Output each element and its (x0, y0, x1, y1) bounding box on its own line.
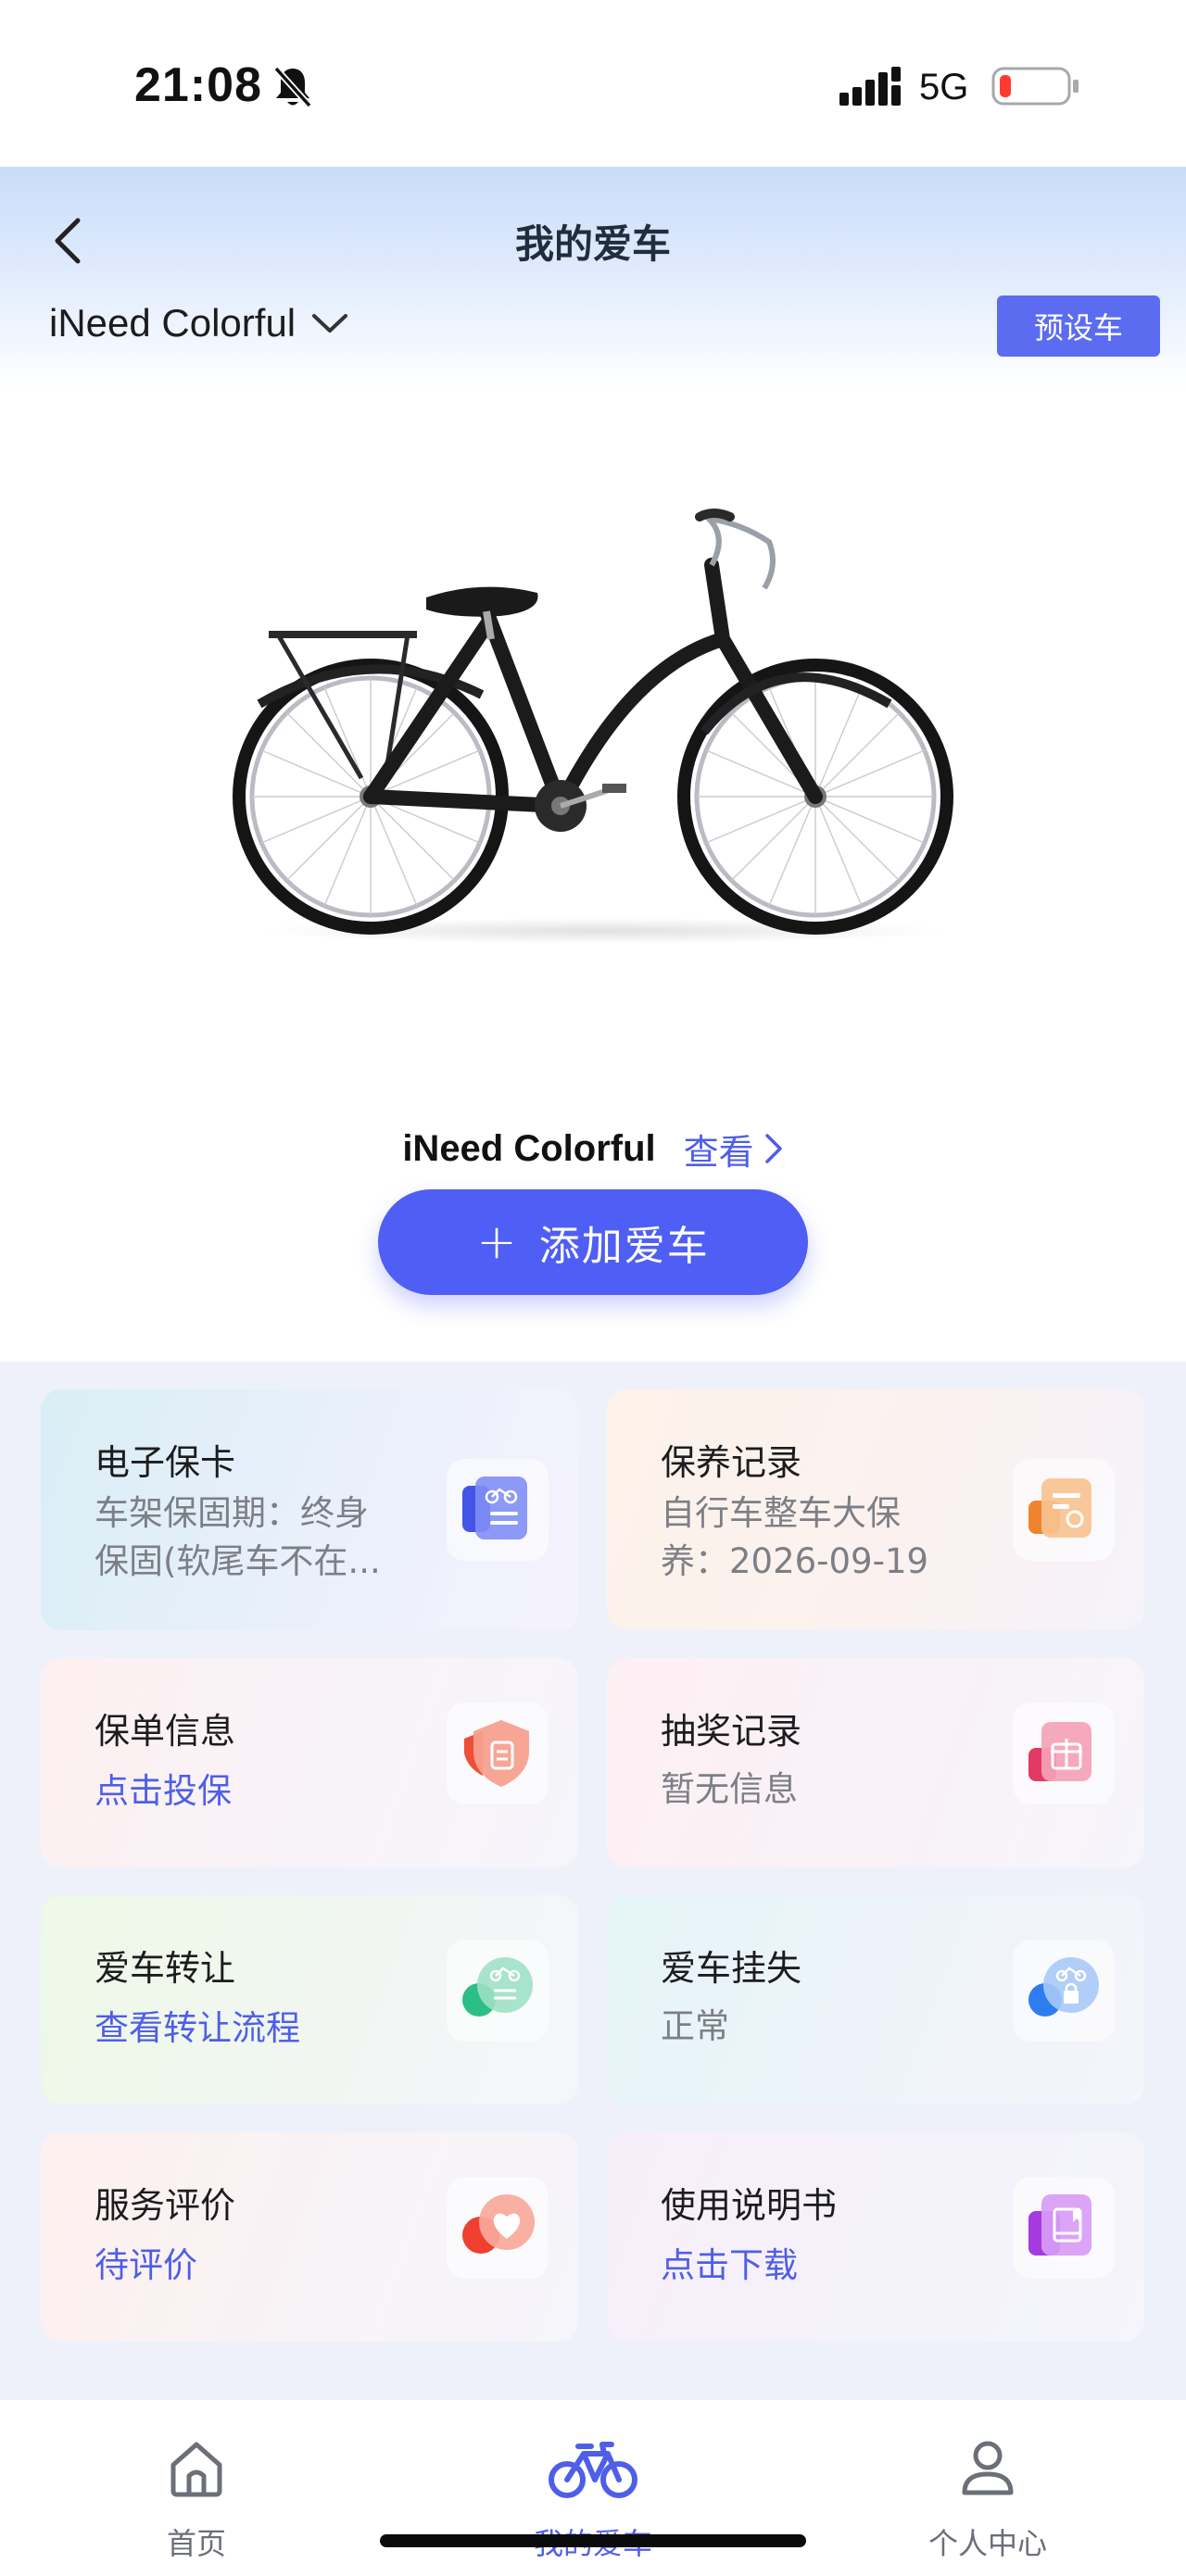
add-bike-label: 添加爱车 (538, 1223, 710, 1270)
gift-icon (1013, 1703, 1115, 1804)
card-service-rating[interactable]: 服务评价 待评价 (41, 2132, 578, 2342)
page-title: 我的爱车 (514, 221, 671, 267)
nav-home-label: 首页 (166, 2526, 226, 2561)
person-icon (962, 2441, 1014, 2495)
heart-rating-icon (447, 2177, 549, 2279)
nav-profile-label: 个人中心 (927, 2526, 1047, 2561)
chevron-right-icon (764, 1134, 782, 1163)
card-title: 保单信息 (95, 1711, 236, 1752)
card-lottery[interactable]: 抽奖记录 暂无信息 (607, 1658, 1144, 1867)
card-subtitle: 查看转让流程 (95, 2008, 300, 2048)
view-details-link[interactable]: 查看 (684, 1124, 784, 1175)
card-title: 使用说明书 (661, 2185, 838, 2226)
card-title: 爱车转让 (95, 1948, 236, 1989)
nav-my-bike[interactable]: 我的爱车 (454, 2400, 732, 2576)
report-loss-icon (1013, 1940, 1115, 2042)
maintenance-icon (1013, 1459, 1115, 1561)
bike-nav-icon (549, 2442, 637, 2498)
battery-low-icon (991, 67, 1079, 106)
card-subtitle: 自行车整车大保养：2026-09-19 (661, 1493, 929, 1581)
home-icon (170, 2442, 222, 2497)
transfer-icon (447, 1940, 549, 2042)
manual-book-icon (1013, 2177, 1115, 2279)
status-time: 21:08 (134, 58, 262, 112)
signal-icon (839, 67, 901, 106)
card-title: 保养记录 (661, 1442, 802, 1483)
status-bar: 21:08 5G (0, 0, 1186, 167)
nav-profile[interactable]: 个人中心 (849, 2400, 1127, 2576)
preset-bike-button[interactable]: 预设车 (997, 295, 1160, 357)
bike-selector-label: iNeed Colorful (49, 301, 296, 345)
add-bike-button[interactable]: + 添加爱车 (378, 1189, 808, 1295)
bike-card-icon (447, 1459, 549, 1561)
bottom-nav: 首页 我的爱车 个人中心 (0, 2399, 1186, 2576)
plus-icon: + (476, 1214, 519, 1270)
card-subtitle: 正常 (661, 2006, 729, 2046)
view-link-label: 查看 (683, 1131, 754, 1173)
card-title: 爱车挂失 (661, 1948, 802, 1989)
card-title: 抽奖记录 (661, 1711, 802, 1752)
card-subtitle: 点击下载 (661, 2245, 798, 2285)
card-report-loss[interactable]: 爱车挂失 正常 (607, 1895, 1144, 2105)
card-maintenance[interactable]: 保养记录 自行车整车大保养：2026-09-19 (607, 1389, 1144, 1630)
card-title: 电子保卡 (95, 1442, 236, 1483)
card-subtitle: 暂无信息 (661, 1769, 798, 1809)
bike-image (233, 509, 953, 944)
bike-name: iNeed Colorful (402, 1127, 656, 1169)
card-insurance[interactable]: 保单信息 点击投保 (41, 1658, 578, 1867)
home-indicator (380, 2534, 806, 2547)
card-manual[interactable]: 使用说明书 点击下载 (607, 2132, 1144, 2342)
card-subtitle: 待评价 (95, 2245, 197, 2285)
bike-selector-dropdown[interactable]: iNeed Colorful (49, 301, 349, 346)
chevron-down-icon (312, 314, 348, 333)
network-type: 5G (919, 67, 969, 107)
card-subtitle: 点击投保 (95, 1771, 232, 1811)
nav-home[interactable]: 首页 (57, 2400, 335, 2576)
card-warranty[interactable]: 电子保卡 车架保固期：终身保固(软尾车不在... (41, 1389, 578, 1630)
card-title: 服务评价 (95, 2185, 236, 2226)
bike-name-row: iNeed Colorful 查看 (0, 1121, 1186, 1176)
card-subtitle: 车架保固期：终身保固(软尾车不在... (95, 1493, 381, 1581)
header: 我的爱车 iNeed Colorful 预设车 (0, 167, 1186, 389)
insurance-shield-icon (447, 1703, 549, 1804)
card-transfer[interactable]: 爱车转让 查看转让流程 (41, 1895, 578, 2105)
bell-muted-icon (273, 66, 312, 108)
